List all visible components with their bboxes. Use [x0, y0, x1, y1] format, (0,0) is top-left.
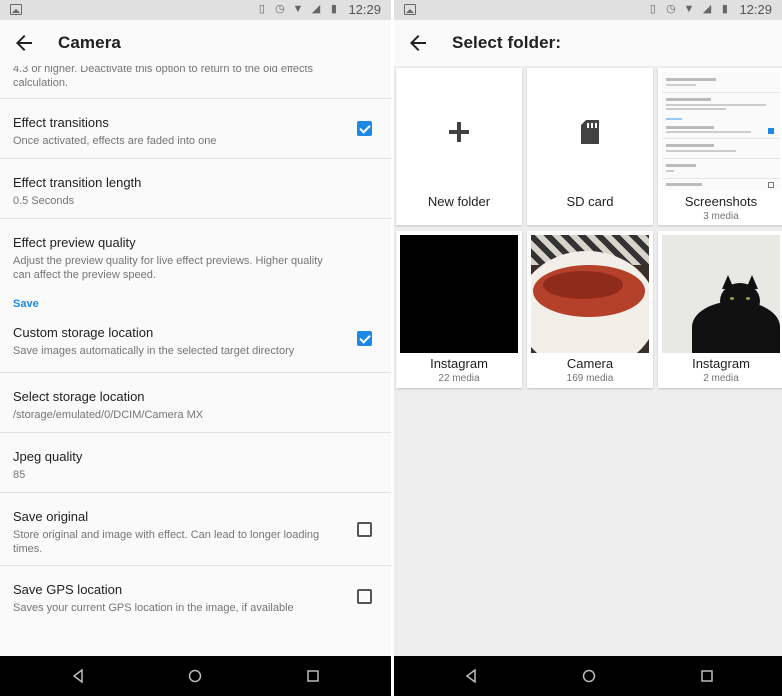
- setting-save-gps-location[interactable]: Save GPS location Saves your current GPS…: [0, 566, 391, 626]
- setting-effect-transitions[interactable]: Effect transitions Once activated, effec…: [0, 99, 391, 159]
- app-bar: Select folder:: [394, 20, 782, 66]
- folder-label: New folder: [427, 194, 491, 209]
- item-title: Save original: [13, 509, 89, 524]
- status-bar: ▯ ◷ ▼ ◢ ▮ 12:29: [0, 0, 391, 20]
- folder-tile-new-folder[interactable]: New folder: [396, 68, 522, 225]
- folder-tile-sd-card[interactable]: SD card: [527, 68, 653, 225]
- folder-label: Instagram: [692, 356, 750, 371]
- select-folder-screen: ▯ ◷ ▼ ◢ ▮ 12:29 Select folder: New folde…: [394, 0, 782, 696]
- wifi-icon: ▼: [292, 3, 304, 15]
- folder-count: 2 media: [703, 373, 739, 384]
- folder-thumbnail: [531, 235, 649, 353]
- navigation-bar: [0, 656, 391, 696]
- plus-icon: [449, 122, 469, 142]
- back-nav-icon[interactable]: [464, 669, 478, 683]
- folder-count: 169 media: [566, 373, 614, 384]
- item-title: Save GPS location: [13, 582, 123, 597]
- section-header-save: Save: [13, 298, 39, 310]
- folder-label: SD card: [566, 194, 614, 209]
- status-bar: ▯ ◷ ▼ ◢ ▮ 12:29: [394, 0, 782, 20]
- app-bar: Camera: [0, 20, 391, 66]
- folder-label: Screenshots: [684, 194, 758, 209]
- vibrate-icon: ▯: [649, 3, 656, 15]
- item-summary: Save images automatically in the selecte…: [13, 345, 295, 357]
- folder-count: 3 media: [703, 211, 739, 222]
- sd-card-icon: [581, 120, 599, 144]
- page-title: Select folder:: [452, 33, 562, 52]
- gallery-notification-icon: [10, 4, 22, 15]
- item-summary: Store original and image with effect. Ca…: [13, 529, 320, 555]
- item-summary: 4.3 or higher. Deactivate this option to…: [13, 66, 314, 89]
- folder-thumbnail: [662, 235, 780, 353]
- page-title: Camera: [58, 33, 121, 52]
- folder-tile-instagram[interactable]: Instagram 22 media: [396, 231, 522, 388]
- folder-tile-screenshots[interactable]: Screenshots 3 media: [658, 68, 782, 225]
- item-summary: 0.5 Seconds: [13, 195, 75, 207]
- item-title: Effect transitions: [13, 115, 109, 130]
- save-original-checkbox[interactable]: [357, 522, 372, 537]
- clock: 12:29: [348, 2, 381, 17]
- item-title: Effect transition length: [13, 175, 142, 190]
- wifi-icon: ▼: [683, 3, 695, 15]
- navigation-bar: [394, 656, 782, 696]
- setting-effect-preview-quality[interactable]: Effect preview quality Adjust the previe…: [0, 219, 391, 293]
- item-title: Jpeg quality: [13, 449, 83, 464]
- alarm-icon: ◷: [275, 3, 285, 15]
- recents-nav-icon[interactable]: [700, 669, 714, 683]
- folder-label: Camera: [566, 356, 614, 371]
- custom-storage-checkbox[interactable]: [357, 331, 372, 346]
- settings-list[interactable]: 4.3 or higher. Deactivate this option to…: [0, 66, 391, 656]
- signal-icon: ◢: [702, 3, 712, 15]
- item-summary: Adjust the preview quality for live effe…: [13, 255, 323, 281]
- setting-select-storage-location[interactable]: Select storage location /storage/emulate…: [0, 373, 391, 433]
- battery-icon: ▮: [721, 3, 728, 15]
- item-title: Effect preview quality: [13, 235, 136, 250]
- home-nav-icon[interactable]: [188, 669, 202, 683]
- camera-settings-screen: ▯ ◷ ▼ ◢ ▮ 12:29 Camera 4.3 or higher. De…: [0, 0, 391, 696]
- battery-icon: ▮: [330, 3, 337, 15]
- back-nav-icon[interactable]: [71, 669, 85, 683]
- setting-save-original[interactable]: Save original Store original and image w…: [0, 493, 391, 566]
- vibrate-icon: ▯: [258, 3, 265, 15]
- item-title: Custom storage location: [13, 325, 154, 340]
- item-summary: 85: [13, 469, 26, 481]
- gallery-notification-icon: [404, 4, 416, 15]
- folder-thumbnail: [400, 235, 518, 353]
- back-arrow-icon[interactable]: [12, 31, 36, 55]
- item-summary: Saves your current GPS location in the i…: [13, 602, 294, 614]
- recents-nav-icon[interactable]: [306, 669, 320, 683]
- signal-icon: ◢: [311, 3, 321, 15]
- list-item: 4.3 or higher. Deactivate this option to…: [0, 66, 391, 99]
- alarm-icon: ◷: [666, 3, 676, 15]
- folder-label: Instagram: [430, 356, 488, 371]
- folder-tile-camera[interactable]: Camera 169 media: [527, 231, 653, 388]
- setting-custom-storage-location[interactable]: Custom storage location Save images auto…: [0, 315, 391, 373]
- home-nav-icon[interactable]: [582, 669, 596, 683]
- clock: 12:29: [739, 2, 772, 17]
- folder-tile-instagram[interactable]: Instagram 2 media: [658, 231, 782, 388]
- item-summary: /storage/emulated/0/DCIM/Camera MX: [13, 409, 204, 421]
- back-arrow-icon[interactable]: [406, 31, 430, 55]
- save-gps-checkbox[interactable]: [357, 589, 372, 604]
- screenshot-thumbnail: [662, 72, 780, 190]
- item-summary: Once activated, effects are faded into o…: [13, 135, 217, 147]
- setting-effect-transition-length[interactable]: Effect transition length 0.5 Seconds: [0, 159, 391, 219]
- setting-jpeg-quality[interactable]: Jpeg quality 85: [0, 433, 391, 493]
- folder-count: 22 media: [438, 373, 480, 384]
- effect-transitions-checkbox[interactable]: [357, 121, 372, 136]
- item-title: Select storage location: [13, 389, 145, 404]
